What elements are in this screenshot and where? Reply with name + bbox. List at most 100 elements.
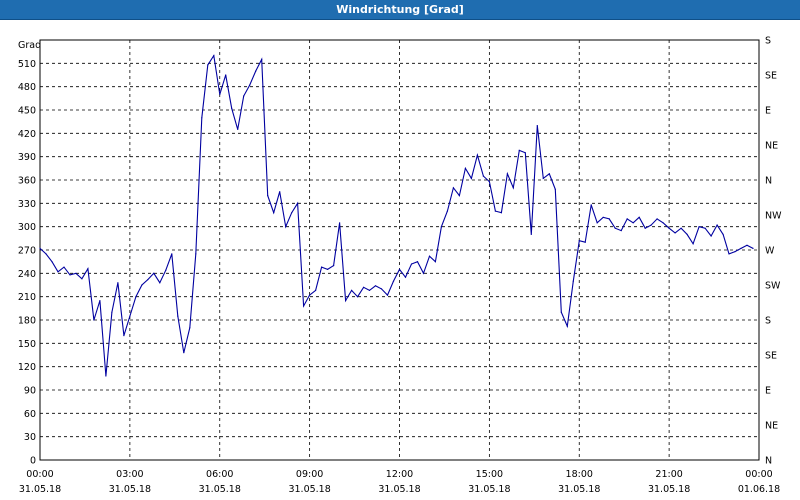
data-point	[213, 55, 215, 57]
data-point	[482, 175, 484, 177]
y-tick-label: 300	[18, 222, 36, 233]
y-tick-label: 210	[18, 292, 36, 303]
data-point	[716, 224, 718, 226]
data-point	[620, 230, 622, 232]
right-tick-label: S	[765, 316, 771, 327]
data-point	[686, 233, 688, 235]
data-point	[452, 187, 454, 189]
x-tick-date: 31.05.18	[19, 484, 61, 495]
data-point	[39, 247, 41, 249]
series-line	[39, 54, 754, 377]
y-tick-label: 120	[18, 362, 36, 373]
y-tick-label: 360	[18, 176, 36, 187]
data-point	[45, 253, 47, 255]
data-point	[506, 173, 508, 175]
data-point	[249, 84, 251, 86]
data-point	[297, 202, 299, 204]
data-point	[303, 305, 305, 307]
data-point	[147, 279, 149, 281]
x-tick-time: 18:00	[566, 469, 593, 480]
data-point	[752, 247, 754, 249]
y-tick-label: 30	[24, 432, 36, 443]
y-tick-label: 270	[18, 246, 36, 257]
wind-direction-chart: 0 30 60 90 120 150 180 210 240 270 300 330 360 390 420…	[18, 36, 782, 496]
data-point	[207, 64, 209, 66]
data-point	[81, 278, 83, 280]
data-point	[333, 265, 335, 267]
data-point	[746, 244, 748, 246]
data-point	[602, 216, 604, 218]
data-point	[363, 286, 365, 288]
data-point	[524, 152, 526, 154]
data-point	[339, 222, 341, 224]
grid	[40, 40, 759, 460]
data-point	[500, 212, 502, 214]
data-point	[135, 296, 137, 298]
right-tick-label: NE	[765, 421, 778, 432]
right-tick-label: NE	[765, 141, 778, 152]
data-point	[542, 177, 544, 179]
data-point	[560, 311, 562, 313]
data-point	[111, 311, 113, 313]
series-layer	[39, 54, 754, 377]
x-tick-date: 31.05.18	[288, 484, 330, 495]
data-point	[548, 173, 550, 175]
x-tick-time: 00:00	[26, 469, 53, 480]
y-tick-label: 180	[18, 316, 36, 327]
data-point	[183, 352, 185, 354]
data-point	[231, 107, 233, 109]
x-tick-date: 31.05.18	[199, 484, 241, 495]
y-tick-label: 420	[18, 129, 36, 140]
data-point	[327, 268, 329, 270]
data-point	[159, 282, 161, 284]
right-tick-label: E	[765, 106, 771, 117]
data-point	[51, 261, 53, 263]
y-tick-label: 480	[18, 82, 36, 93]
data-point	[368, 289, 371, 291]
data-point	[566, 325, 568, 327]
data-point	[165, 269, 167, 271]
data-point	[357, 296, 359, 298]
data-point	[69, 274, 71, 276]
data-point	[410, 263, 413, 265]
data-point	[512, 187, 514, 189]
data-point	[123, 335, 125, 337]
data-point	[458, 195, 460, 197]
data-point	[57, 271, 59, 273]
data-point	[470, 177, 472, 179]
data-point	[656, 218, 658, 220]
data-point	[608, 218, 610, 220]
data-point	[255, 70, 257, 72]
right-tick-label: SE	[765, 351, 777, 362]
x-tick-time: 12:00	[386, 469, 413, 480]
data-point	[321, 266, 323, 268]
data-point	[171, 253, 173, 255]
data-point	[129, 315, 131, 317]
data-point	[596, 222, 598, 224]
data-point	[195, 253, 197, 255]
data-point	[177, 315, 179, 317]
y-axis-label: Grad	[18, 40, 41, 51]
x-tick-time: 00:00	[745, 469, 772, 480]
data-point	[626, 218, 628, 220]
right-tick-label: N	[765, 176, 772, 187]
x-tick-time: 15:00	[476, 469, 503, 480]
data-point	[494, 210, 496, 212]
data-point	[428, 255, 431, 257]
data-point	[386, 294, 389, 296]
data-point	[638, 216, 640, 218]
y-tick-label: 90	[24, 386, 36, 397]
data-point	[87, 268, 89, 270]
data-point	[273, 212, 275, 214]
x-tick-date: 31.05.18	[648, 484, 690, 495]
data-point	[668, 227, 670, 229]
data-point	[99, 300, 101, 302]
y-tick-label: 390	[18, 152, 36, 163]
data-point	[554, 188, 556, 190]
x-tick-date: 31.05.18	[468, 484, 510, 495]
right-axis-ticks: N NE E SE S SW W NW N NE E SE S	[765, 36, 782, 467]
data-point	[518, 149, 520, 151]
y-tick-label: 330	[18, 199, 36, 210]
data-point	[380, 288, 383, 290]
data-point	[237, 128, 239, 130]
